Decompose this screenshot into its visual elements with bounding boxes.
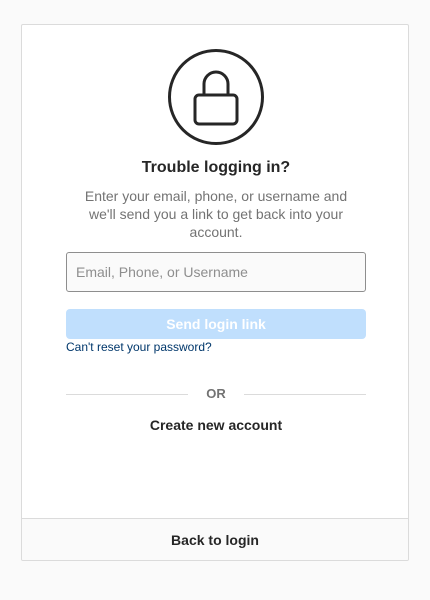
instructions-text: Enter your email, phone, or username and… [84, 188, 348, 240]
page-title: Trouble logging in? [141, 159, 291, 176]
or-divider: OR [66, 387, 366, 401]
back-to-login-button[interactable]: Back to login [22, 518, 408, 560]
create-new-account-link[interactable]: Create new account [22, 417, 408, 433]
send-login-link-button[interactable]: Send login link [66, 309, 366, 339]
divider-line-right [244, 394, 366, 395]
trouble-login-card: Trouble logging in? Enter your email, ph… [21, 24, 409, 561]
cant-reset-password-link[interactable]: Can't reset your password? [66, 340, 212, 354]
lock-icon [168, 49, 264, 145]
email-phone-username-input[interactable] [66, 252, 366, 292]
